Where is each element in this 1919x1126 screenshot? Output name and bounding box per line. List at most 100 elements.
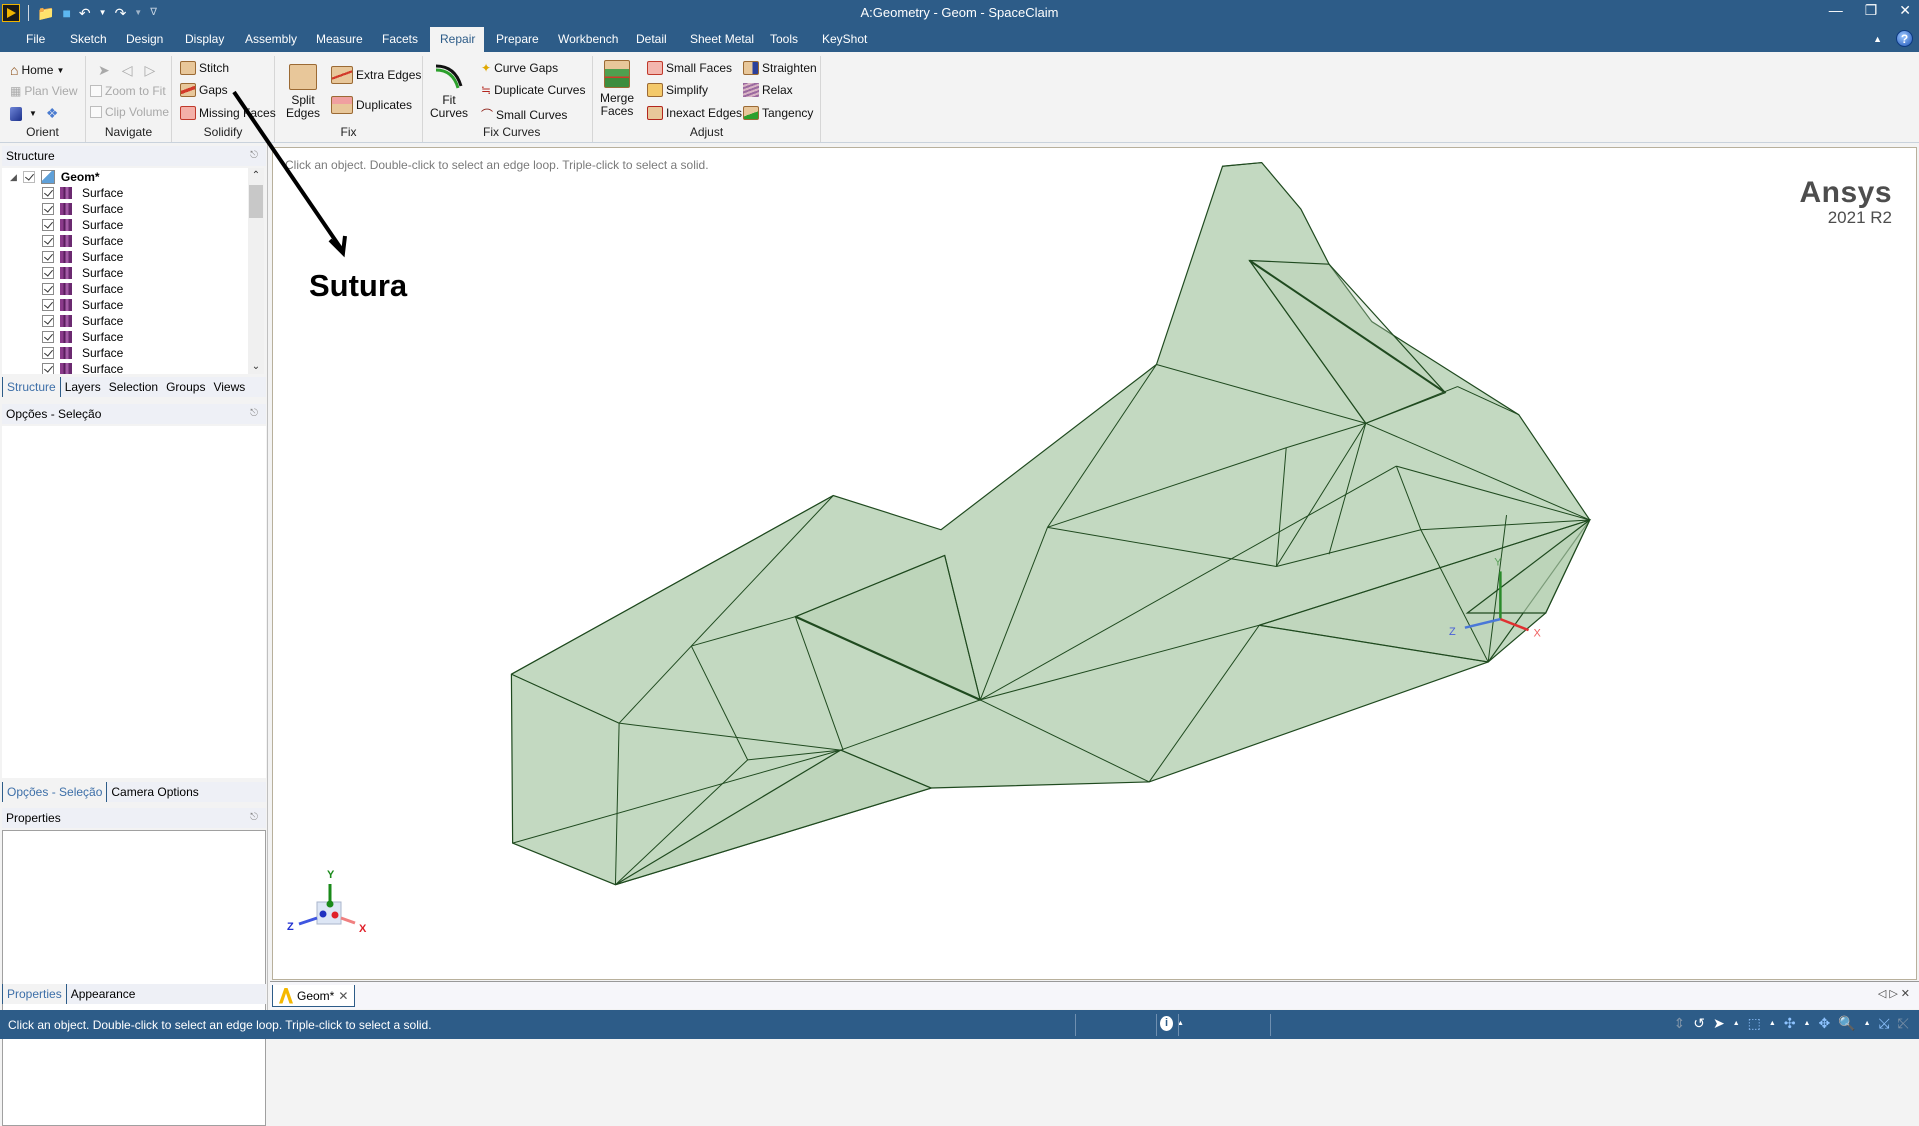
next-tab-icon[interactable]: ▷ <box>1889 988 1900 1000</box>
tab-assembly[interactable]: Assembly <box>235 27 307 52</box>
zoom-icon[interactable]: 🔍 <box>1838 1015 1855 1032</box>
pin-icon[interactable]: ⎋ <box>250 404 258 424</box>
previous-view-icon[interactable]: ⤩ <box>1879 1015 1890 1032</box>
tree-item-surface[interactable]: Surface <box>42 265 123 281</box>
tree-item-surface[interactable]: Surface <box>42 217 123 233</box>
small-curves-button[interactable]: ⌒ Small Curves <box>481 106 567 123</box>
undo-select-icon[interactable]: ↺ <box>1693 1015 1705 1032</box>
scroll-down-icon[interactable]: ⌄ <box>248 361 264 372</box>
visibility-checkbox[interactable] <box>42 363 54 374</box>
close-icon[interactable]: ✕ <box>1899 2 1911 19</box>
visibility-checkbox[interactable] <box>42 267 54 279</box>
tab-file[interactable]: File <box>16 27 55 52</box>
tab-workbench[interactable]: Workbench <box>548 27 628 52</box>
tree-root[interactable]: ◢ Geom* <box>10 169 100 185</box>
relax-button[interactable]: Relax <box>743 83 793 97</box>
model-geometry[interactable]: Y Z X <box>273 148 1918 981</box>
visibility-checkbox[interactable] <box>42 283 54 295</box>
tree-item-surface[interactable]: Surface <box>42 201 123 217</box>
tab-groups[interactable]: Groups <box>162 377 209 397</box>
tangency-button[interactable]: Tangency <box>743 106 813 120</box>
tab-display[interactable]: Display <box>175 27 234 52</box>
visibility-checkbox[interactable] <box>22 171 35 183</box>
tab-sheet-metal[interactable]: Sheet Metal <box>680 27 764 52</box>
missing-faces-button[interactable]: Missing Faces <box>180 106 276 120</box>
model-body[interactable] <box>510 161 1591 886</box>
zoom-to-fit-checkbox[interactable]: Zoom to Fit <box>90 84 166 98</box>
prev-tab-icon[interactable]: ◁ <box>1878 988 1889 1000</box>
tab-measure[interactable]: Measure <box>306 27 373 52</box>
inexact-edges-button[interactable]: Inexact Edges <box>647 106 742 120</box>
tab-opcoes-selecao[interactable]: Opções - Seleção <box>2 782 108 802</box>
tab-tools[interactable]: Tools <box>760 27 808 52</box>
forward-icon[interactable]: ▷ <box>145 62 156 79</box>
select-tool-icon[interactable]: ➤ <box>1713 1015 1725 1032</box>
projection-icon[interactable]: ❖ <box>46 105 59 122</box>
tab-sketch[interactable]: Sketch <box>60 27 117 52</box>
visibility-checkbox[interactable] <box>42 251 54 263</box>
visibility-checkbox[interactable] <box>42 299 54 311</box>
visibility-checkbox[interactable] <box>42 203 54 215</box>
plan-view-button[interactable]: ▦ Plan View <box>10 84 78 98</box>
view-triad[interactable]: Y Z X <box>285 866 375 946</box>
tab-keyshot[interactable]: KeyShot <box>812 27 877 52</box>
scroll-up-icon[interactable]: ⌃ <box>248 170 264 181</box>
help-icon[interactable]: ? <box>1896 30 1913 47</box>
merge-faces-button[interactable]: Merge Faces <box>595 60 639 118</box>
pin-icon[interactable]: ⎋ <box>250 146 258 166</box>
tree-item-surface[interactable]: Surface <box>42 329 123 345</box>
tab-properties[interactable]: Properties <box>2 984 67 1004</box>
stitch-button[interactable]: Stitch <box>180 61 229 75</box>
tab-facets[interactable]: Facets <box>372 27 428 52</box>
visibility-checkbox[interactable] <box>42 187 54 199</box>
tab-layers[interactable]: Layers <box>61 377 105 397</box>
spin-updown-icon[interactable]: ⇕ <box>1674 1015 1686 1032</box>
fit-curves-button[interactable]: Fit Curves <box>427 60 471 120</box>
spin-icon[interactable]: ✣ <box>1784 1015 1796 1032</box>
tree-item-surface[interactable]: Surface <box>42 313 123 329</box>
tree-item-surface[interactable]: Surface <box>42 249 123 265</box>
split-edges-button[interactable]: Split Edges <box>281 60 325 120</box>
select-arrow-icon[interactable]: ➤ <box>98 62 110 79</box>
straighten-button[interactable]: Straighten <box>743 61 817 75</box>
duplicate-curves-button[interactable]: ≒ Duplicate Curves <box>481 83 585 97</box>
view-cube-button[interactable]: ▼ ❖ <box>10 105 58 122</box>
visibility-checkbox[interactable] <box>42 219 54 231</box>
tab-design[interactable]: Design <box>116 27 173 52</box>
collapse-ribbon-icon[interactable]: ▲ <box>1873 34 1882 44</box>
tab-detail[interactable]: Detail <box>626 27 677 52</box>
tree-item-surface[interactable]: Surface <box>42 233 123 249</box>
visibility-checkbox[interactable] <box>42 331 54 343</box>
tab-camera-options[interactable]: Camera Options <box>107 782 202 802</box>
tab-prepare[interactable]: Prepare <box>486 27 549 52</box>
home-button[interactable]: ⌂ Home ▼ <box>10 62 64 78</box>
tab-structure[interactable]: Structure <box>2 377 61 397</box>
visibility-checkbox[interactable] <box>42 347 54 359</box>
pin-icon[interactable]: ⎋ <box>250 808 258 828</box>
info-button[interactable]: i ▲ <box>1160 1016 1184 1031</box>
visibility-checkbox[interactable] <box>42 235 54 247</box>
small-faces-button[interactable]: Small Faces <box>647 61 732 75</box>
close-tab-icon[interactable]: ✕ <box>338 989 348 1003</box>
tree-item-surface[interactable]: Surface <box>42 185 123 201</box>
back-icon[interactable]: ◁ <box>122 62 133 79</box>
tab-repair[interactable]: Repair <box>430 27 484 52</box>
simplify-button[interactable]: Simplify <box>647 83 708 97</box>
pan-icon[interactable]: ✥ <box>1818 1015 1830 1032</box>
tree-item-surface[interactable]: Surface <box>42 361 123 374</box>
expand-icon[interactable]: ◢ <box>10 172 17 183</box>
gaps-button[interactable]: Gaps <box>180 83 228 97</box>
graphics-viewport[interactable]: Y Z X Click an object. Double-click to sel… <box>272 147 1917 980</box>
curve-gaps-button[interactable]: ✦ Curve Gaps <box>481 61 558 75</box>
tree-item-surface[interactable]: Surface <box>42 281 123 297</box>
tab-views[interactable]: Views <box>209 377 249 397</box>
tree-item-surface[interactable]: Surface <box>42 345 123 361</box>
visibility-checkbox[interactable] <box>42 315 54 327</box>
minimize-icon[interactable]: — <box>1829 2 1843 19</box>
restore-icon[interactable]: ❐ <box>1865 2 1878 19</box>
extra-edges-button[interactable]: Extra Edges <box>331 66 421 84</box>
next-view-icon[interactable]: ⤪ <box>1898 1015 1909 1032</box>
scrollbar-thumb[interactable] <box>249 185 263 218</box>
document-tab-geom[interactable]: Geom* ✕ <box>272 985 356 1007</box>
tab-appearance[interactable]: Appearance <box>67 984 140 1004</box>
